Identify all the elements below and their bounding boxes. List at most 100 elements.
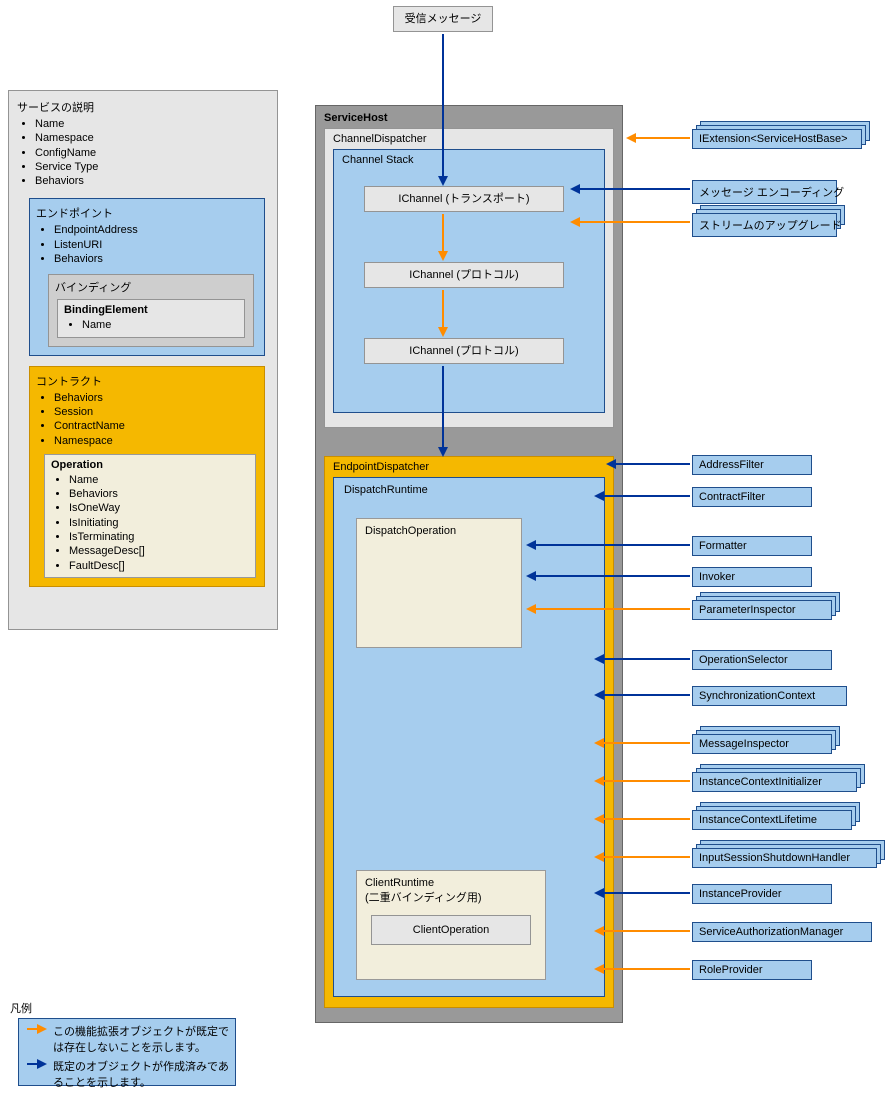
endpoint-dispatcher-box: EndpointDispatcher DispatchRuntime Dispa…	[324, 456, 614, 1008]
ext-label: SynchronizationContext	[699, 690, 815, 702]
channel-layer-label: IChannel (プロトコル)	[409, 345, 518, 357]
arrow-blue-icon	[25, 1058, 49, 1070]
op-item: Name	[69, 473, 249, 487]
operation-box: Operation Name Behaviors IsOneWay IsInit…	[44, 454, 256, 578]
endpoint-title: エンドポイント	[36, 205, 258, 221]
op-item: FaultDesc[]	[69, 559, 249, 573]
channel-stack-title: Channel Stack	[342, 154, 596, 166]
legend-orange-text: この機能拡張オブジェクトが既定では存在しないことを示します。	[53, 1023, 229, 1055]
ext-param-inspector: ParameterInspector	[692, 600, 832, 620]
ext-label: ストリームのアップグレード	[699, 220, 842, 232]
contract-box: コントラクト Behaviors Session ContractName Na…	[29, 366, 265, 587]
ext-label: InstanceContextInitializer	[699, 776, 822, 788]
svc-item: Namespace	[35, 131, 269, 145]
binding-element-title: BindingElement	[64, 304, 238, 316]
binding-element-box: BindingElement Name	[57, 299, 245, 337]
arrow-orange-icon	[25, 1023, 49, 1035]
svc-item: ConfigName	[35, 146, 269, 160]
ext-msg-encoding: メッセージ エンコーディング	[692, 180, 837, 204]
dispatch-runtime-box: DispatchRuntime DispatchOperation Client…	[333, 477, 605, 997]
ext-iextension: IExtension<ServiceHostBase>	[692, 129, 862, 149]
channel-layer-label: IChannel (プロトコル)	[409, 269, 518, 281]
ext-label: InstanceProvider	[699, 888, 782, 900]
ext-label: IExtension<ServiceHostBase>	[699, 133, 848, 145]
ext-label: InputSessionShutdownHandler	[699, 852, 850, 864]
servicehost-title: ServiceHost	[324, 112, 614, 124]
channel-layer-protocol-2: IChannel (プロトコル)	[364, 338, 564, 364]
dispatch-operation-title: DispatchOperation	[365, 525, 456, 537]
service-description-title: サービスの説明	[17, 99, 269, 115]
ext-instance-provider: InstanceProvider	[692, 884, 832, 904]
channel-dispatcher-title: ChannelDispatcher	[333, 133, 605, 145]
ext-formatter: Formatter	[692, 536, 812, 556]
ext-label: Invoker	[699, 571, 735, 583]
legend-blue-text: 既定のオブジェクトが作成済みであることを示します。	[53, 1058, 229, 1090]
contract-item: Namespace	[54, 434, 258, 448]
ext-invoker: Invoker	[692, 567, 812, 587]
channel-stack-box: Channel Stack IChannel (トランスポート) IChanne…	[333, 149, 605, 413]
contract-item: ContractName	[54, 419, 258, 433]
endpoint-dispatcher-title: EndpointDispatcher	[333, 461, 605, 473]
ext-operation-selector: OperationSelector	[692, 650, 832, 670]
ext-label: ServiceAuthorizationManager	[699, 926, 843, 938]
client-runtime-title: ClientRuntime	[365, 877, 537, 889]
legend-row-blue: 既定のオブジェクトが作成済みであることを示します。	[25, 1058, 229, 1090]
endpoint-box: エンドポイント EndpointAddress ListenURI Behavi…	[29, 198, 265, 355]
contract-item: Session	[54, 405, 258, 419]
ext-label: OperationSelector	[699, 654, 788, 666]
ext-label: メッセージ エンコーディング	[699, 187, 844, 199]
client-operation-box: ClientOperation	[371, 915, 531, 945]
operation-list: Name Behaviors IsOneWay IsInitiating IsT…	[51, 473, 249, 573]
binding-element-list: Name	[64, 318, 238, 332]
ext-sync-context: SynchronizationContext	[692, 686, 847, 706]
ext-address-filter: AddressFilter	[692, 455, 812, 475]
operation-title: Operation	[51, 459, 249, 471]
client-operation-label: ClientOperation	[413, 924, 489, 936]
ext-input-session-shutdown: InputSessionShutdownHandler	[692, 848, 877, 868]
channel-layer-protocol-1: IChannel (プロトコル)	[364, 262, 564, 288]
ext-message-inspector: MessageInspector	[692, 734, 832, 754]
client-runtime-subtitle: (二重バインディング用)	[365, 889, 537, 905]
ext-label: RoleProvider	[699, 964, 763, 976]
binding-title: バインディング	[55, 279, 247, 295]
contract-item: Behaviors	[54, 391, 258, 405]
ext-contract-filter: ContractFilter	[692, 487, 812, 507]
legend-row-orange: この機能拡張オブジェクトが既定では存在しないことを示します。	[25, 1023, 229, 1055]
service-description-list: Name Namespace ConfigName Service Type B…	[17, 117, 269, 188]
client-runtime-box: ClientRuntime (二重バインディング用) ClientOperati…	[356, 870, 546, 980]
op-item: IsOneWay	[69, 501, 249, 515]
ext-stream-upgrade: ストリームのアップグレード	[692, 213, 837, 237]
incoming-message-box: 受信メッセージ	[393, 6, 493, 32]
ext-label: Formatter	[699, 540, 747, 552]
binding-element-item: Name	[82, 318, 238, 332]
ext-label: AddressFilter	[699, 459, 764, 471]
endpoint-list: EndpointAddress ListenURI Behaviors	[36, 223, 258, 266]
svc-item: Service Type	[35, 160, 269, 174]
contract-title: コントラクト	[36, 373, 258, 389]
op-item: IsInitiating	[69, 516, 249, 530]
ext-ictx-lifetime: InstanceContextLifetime	[692, 810, 852, 830]
legend-title: 凡例	[10, 1000, 32, 1016]
endpoint-item: ListenURI	[54, 238, 258, 252]
channel-layer-transport: IChannel (トランスポート)	[364, 186, 564, 212]
endpoint-item: EndpointAddress	[54, 223, 258, 237]
dispatch-operation-box: DispatchOperation	[356, 518, 522, 648]
ext-ictx-initializer: InstanceContextInitializer	[692, 772, 857, 792]
dispatch-runtime-title: DispatchRuntime	[344, 484, 594, 496]
ext-role-provider: RoleProvider	[692, 960, 812, 980]
legend-box: この機能拡張オブジェクトが既定では存在しないことを示します。 既定のオブジェクト…	[18, 1018, 236, 1086]
endpoint-item: Behaviors	[54, 252, 258, 266]
ext-svc-auth-mgr: ServiceAuthorizationManager	[692, 922, 872, 942]
ext-label: ContractFilter	[699, 491, 765, 503]
op-item: IsTerminating	[69, 530, 249, 544]
ext-label: MessageInspector	[699, 738, 789, 750]
servicehost-container: ServiceHost ChannelDispatcher Channel St…	[315, 105, 623, 1023]
svc-item: Behaviors	[35, 174, 269, 188]
op-item: Behaviors	[69, 487, 249, 501]
ext-label: InstanceContextLifetime	[699, 814, 817, 826]
svc-item: Name	[35, 117, 269, 131]
op-item: MessageDesc[]	[69, 544, 249, 558]
channel-dispatcher-box: ChannelDispatcher Channel Stack IChannel…	[324, 128, 614, 428]
ext-label: ParameterInspector	[699, 604, 796, 616]
service-description-panel: サービスの説明 Name Namespace ConfigName Servic…	[8, 90, 278, 630]
